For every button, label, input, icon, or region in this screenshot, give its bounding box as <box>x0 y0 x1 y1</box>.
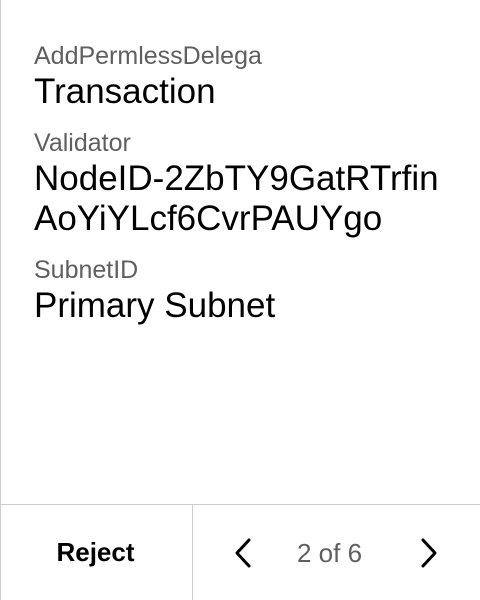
transaction-type-field: AddPermlessDelega Transaction <box>34 40 464 112</box>
footer-bar: Reject 2 of 6 <box>1 504 480 600</box>
chevron-left-icon <box>235 538 251 568</box>
field-label: AddPermlessDelega <box>34 42 262 70</box>
chevron-right-icon <box>421 538 437 568</box>
field-label: SubnetID <box>34 256 139 284</box>
previous-page-button[interactable] <box>225 535 261 571</box>
field-value: Primary Subnet <box>34 286 276 325</box>
field-value: Transaction <box>34 72 216 111</box>
next-page-button[interactable] <box>411 535 447 571</box>
field-value: NodeID-2ZbTY9GatRTrfinAoYiYLcf6CvrPAUYgo <box>34 159 439 238</box>
validator-field: Validator NodeID-2ZbTY9GatRTrfinAoYiYLcf… <box>34 127 449 239</box>
pager: 2 of 6 <box>193 505 480 600</box>
transaction-review-screen: AddPermlessDelega Transaction Validator … <box>0 0 480 600</box>
transaction-details: AddPermlessDelega Transaction Validator … <box>34 40 464 341</box>
reject-button[interactable]: Reject <box>1 505 193 600</box>
field-label: Validator <box>34 129 131 157</box>
page-indicator: 2 of 6 <box>297 538 363 568</box>
subnet-id-field: SubnetID Primary Subnet <box>34 254 464 326</box>
